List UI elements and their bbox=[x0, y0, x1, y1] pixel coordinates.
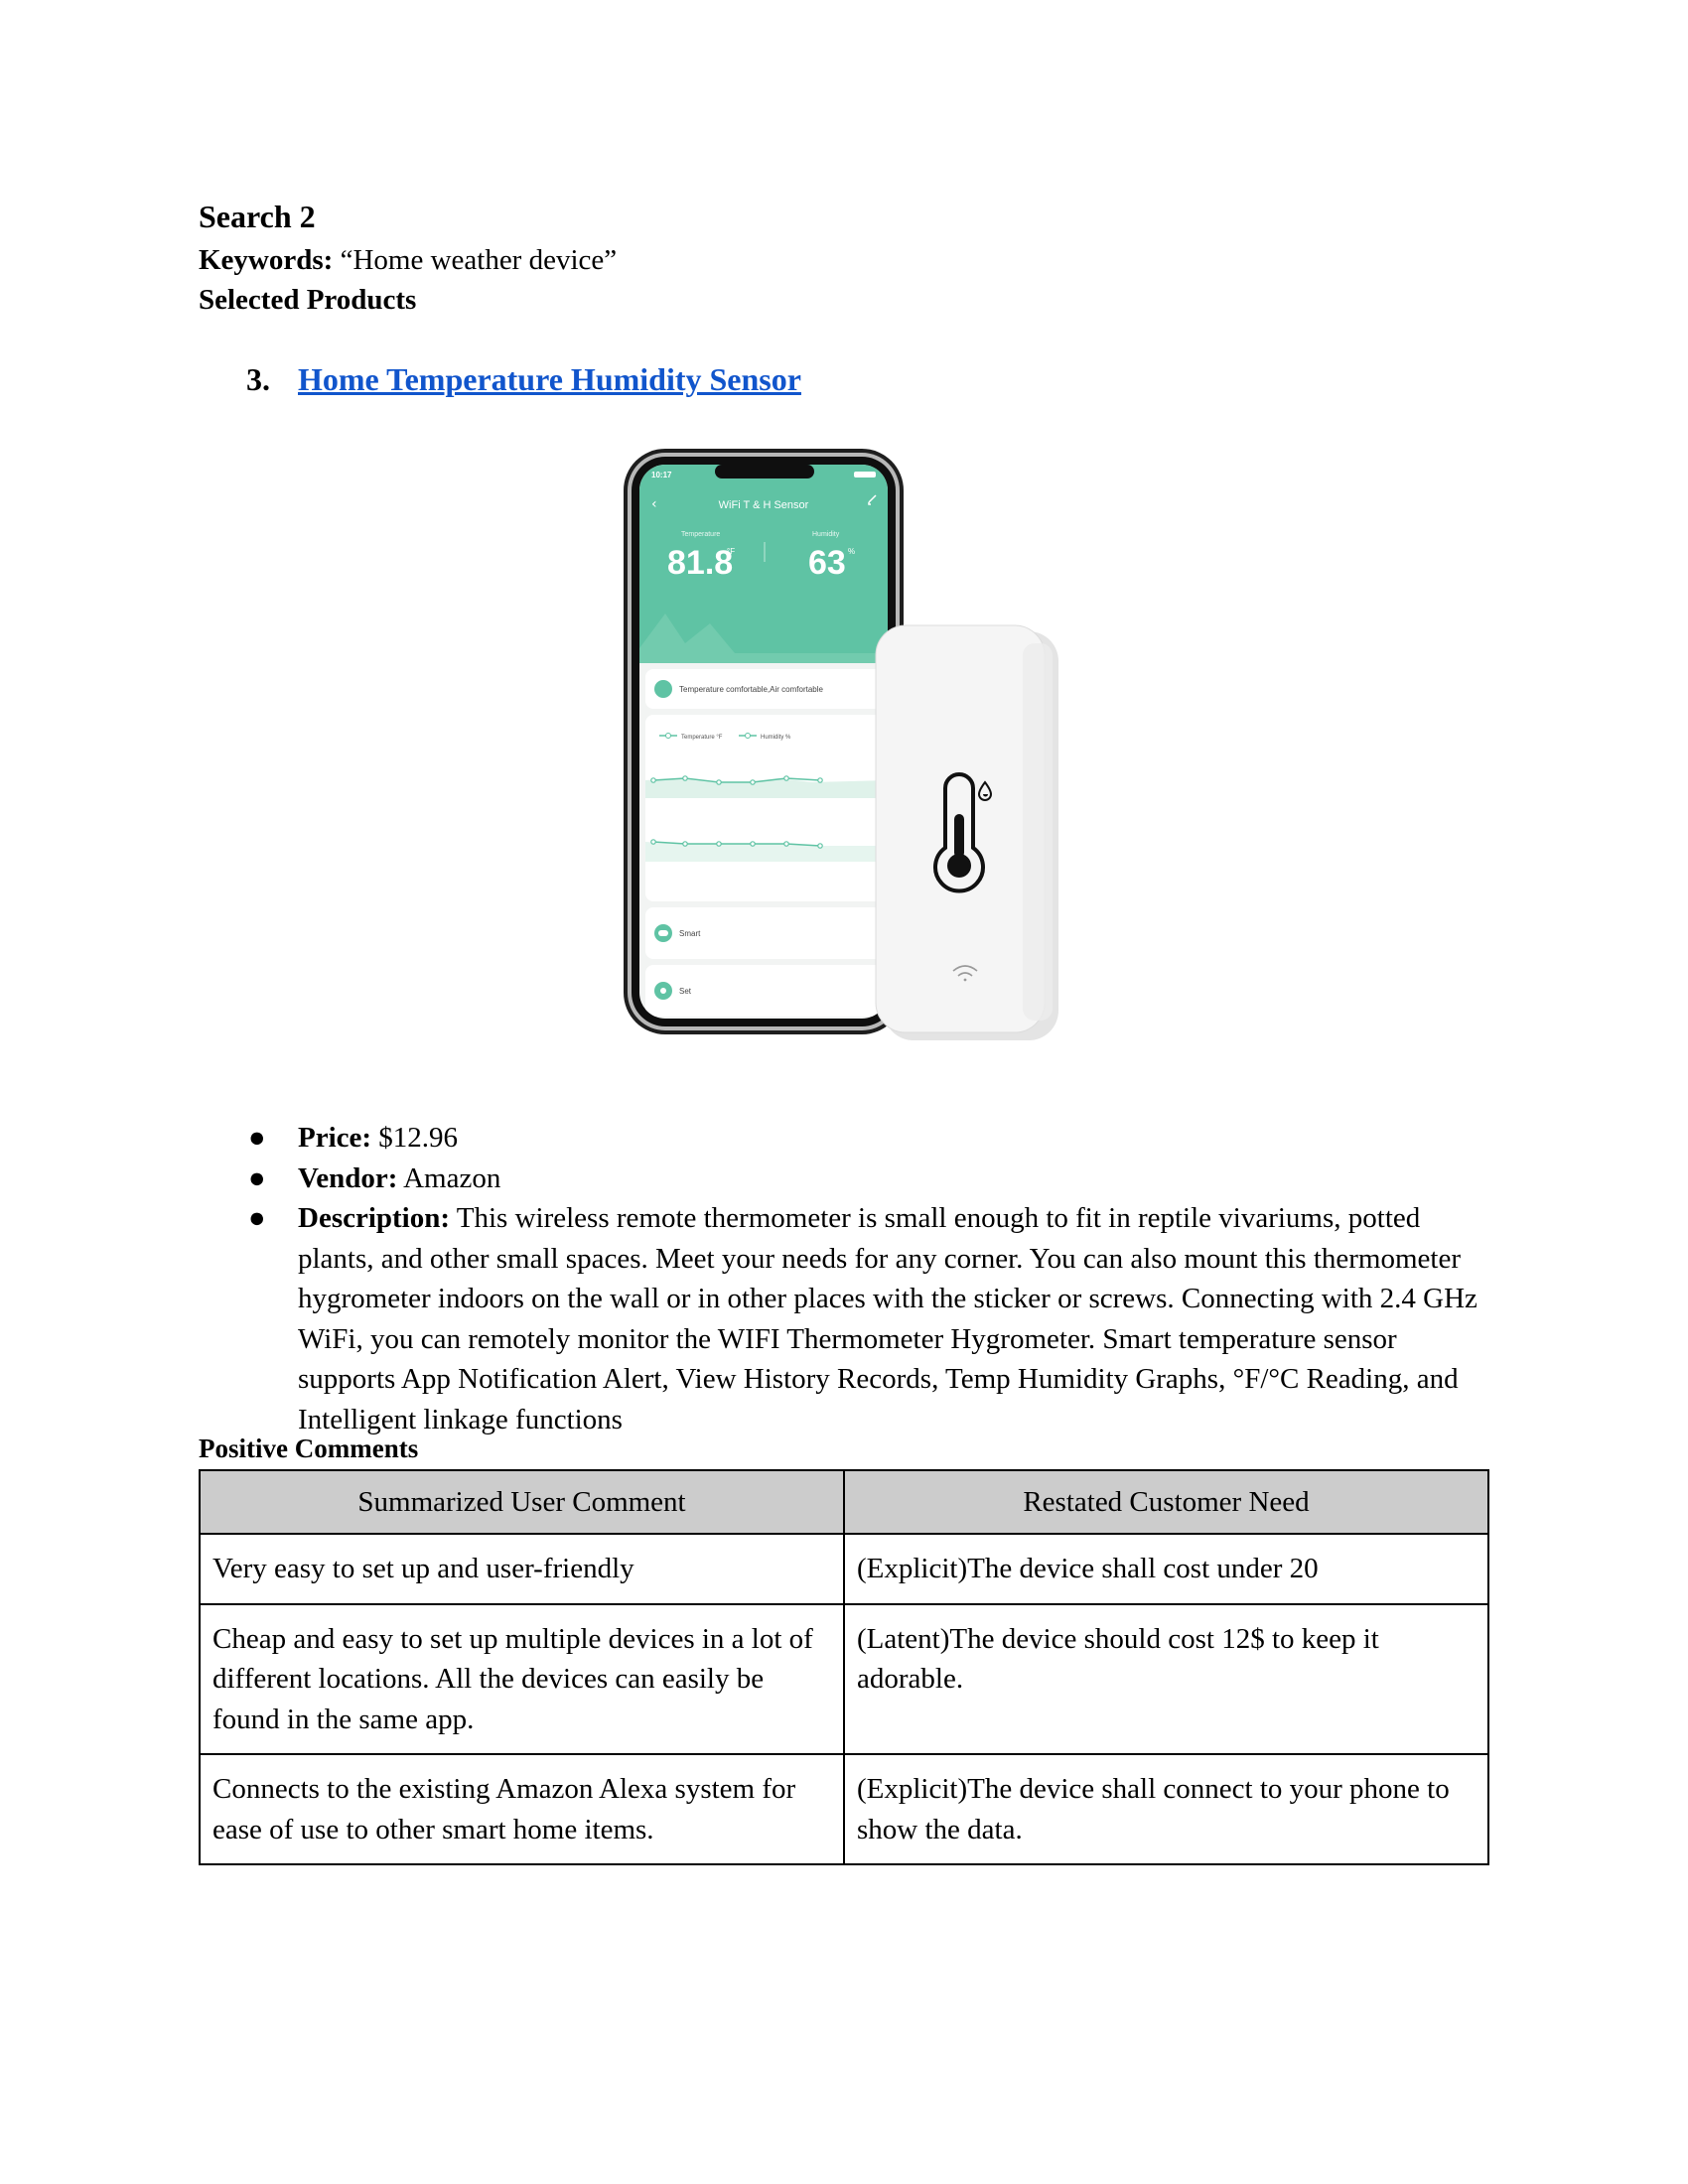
product-link[interactable]: Home Temperature Humidity Sensor bbox=[298, 361, 801, 397]
table-row: Cheap and easy to set up multiple device… bbox=[199, 1602, 1489, 1755]
temperature-label: Temperature bbox=[681, 531, 720, 538]
vendor-value: Amazon bbox=[403, 1161, 501, 1194]
keywords-value: “Home weather device” bbox=[340, 244, 618, 276]
user-comment-cell: Connects to the existing Amazon Alexa sy… bbox=[199, 1753, 845, 1865]
price-item: ● Price: $12.96 bbox=[248, 1118, 1499, 1159]
selected-products-label: Selected Products bbox=[199, 284, 417, 316]
column-header: Restated Customer Need bbox=[843, 1469, 1489, 1535]
app-title: WiFi T & H Sensor bbox=[719, 499, 809, 511]
smart-label: Smart bbox=[679, 929, 701, 938]
temperature-unit: °F bbox=[727, 547, 735, 556]
keywords-label: Keywords: bbox=[199, 244, 334, 276]
temperature-value: 81.8 bbox=[667, 544, 733, 582]
product-title: 3. Home Temperature Humidity Sensor bbox=[246, 361, 801, 398]
description-item: ● Description: This wireless remote therm… bbox=[248, 1198, 1499, 1439]
table-header-row: Summarized User Comment Restated Custome… bbox=[199, 1469, 1489, 1535]
sensor-device bbox=[875, 624, 1058, 1040]
legend-temperature: Temperature °F bbox=[681, 735, 723, 741]
positive-comments-label: Positive Comments bbox=[199, 1433, 419, 1463]
comfort-icon bbox=[654, 680, 672, 698]
product-number: 3. bbox=[246, 361, 270, 397]
customer-need-cell: (Explicit)The device shall cost under 20 bbox=[843, 1533, 1489, 1605]
legend-humidity: Humidity % bbox=[761, 735, 791, 741]
customer-need-cell: (Explicit)The device shall connect to yo… bbox=[843, 1753, 1489, 1865]
table-row: Very easy to set up and user-friendly (E… bbox=[199, 1533, 1489, 1605]
humidity-unit: % bbox=[848, 547, 855, 556]
user-comment-cell: Cheap and easy to set up multiple device… bbox=[199, 1602, 845, 1755]
humidity-value: 63 bbox=[808, 544, 846, 582]
product-details-list: ● Price: $12.96 ● Vendor: Amazon ● Descript… bbox=[248, 1118, 1499, 1439]
vendor-item: ● Vendor: Amazon bbox=[248, 1159, 1499, 1199]
comfort-text: Temperature comfortable,Air comfortable bbox=[679, 685, 824, 694]
keywords-line: Keywords: “Home weather device” bbox=[199, 244, 617, 277]
set-label: Set bbox=[679, 987, 692, 996]
graph-card bbox=[645, 715, 888, 901]
customer-need-cell: (Latent)The device should cost 12$ to ke… bbox=[843, 1602, 1489, 1755]
back-arrow-icon[interactable]: ‹ bbox=[651, 496, 657, 512]
description-value: This wireless remote thermometer is smal… bbox=[298, 1202, 1477, 1435]
bullet-icon: ● bbox=[248, 1161, 266, 1194]
vendor-label: Vendor: bbox=[298, 1161, 398, 1194]
price-label: Price: bbox=[298, 1122, 372, 1154]
comments-table: Summarized User Comment Restated Custome… bbox=[199, 1469, 1489, 1865]
column-header: Summarized User Comment bbox=[199, 1469, 845, 1535]
user-comment-cell: Very easy to set up and user-friendly bbox=[199, 1533, 845, 1605]
section-heading: Search 2 bbox=[199, 199, 316, 234]
bullet-icon: ● bbox=[248, 1202, 266, 1234]
description-label: Description: bbox=[298, 1202, 451, 1234]
status-time: 10:17 bbox=[651, 471, 672, 479]
bullet-icon: ● bbox=[248, 1122, 266, 1154]
product-image: 10:17 ‹ WiFi T & H Sensor Temperature 81… bbox=[624, 449, 1058, 1040]
humidity-label: Humidity bbox=[812, 531, 840, 538]
phone-screen: 10:17 ‹ WiFi T & H Sensor Temperature 81… bbox=[639, 465, 888, 1019]
table-row: Connects to the existing Amazon Alexa sy… bbox=[199, 1753, 1489, 1865]
price-value: $12.96 bbox=[378, 1122, 459, 1154]
